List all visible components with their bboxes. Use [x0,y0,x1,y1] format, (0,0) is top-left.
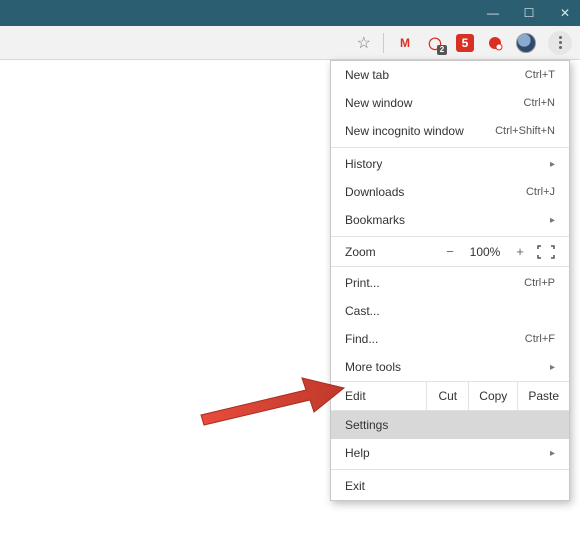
kebab-dot-icon [559,41,562,44]
menu-exit[interactable]: Exit [331,472,569,500]
menu-downloads[interactable]: Downloads Ctrl+J [331,178,569,206]
opera-icon[interactable]: ◯ 2 [426,34,444,52]
chevron-right-icon: ▸ [550,159,555,170]
extension-badge: 2 [437,45,447,55]
chevron-right-icon: ▸ [550,448,555,459]
window-maximize-button[interactable]: ☐ [522,6,536,20]
edit-label: Edit [331,382,426,410]
menu-find[interactable]: Find... Ctrl+F [331,325,569,353]
extension-icon[interactable] [486,34,504,52]
menu-button[interactable] [548,31,572,55]
menu-shortcut: Ctrl+P [524,277,555,289]
edit-cut-button[interactable]: Cut [426,382,468,410]
menu-label: Downloads [345,185,404,199]
menu-label: Exit [345,479,365,493]
menu-label: Cast... [345,304,380,318]
toolbar-divider [383,33,384,53]
window-titlebar: — ☐ ✕ [0,0,580,26]
menu-settings[interactable]: Settings [331,411,569,439]
chrome-menu: New tab Ctrl+T New window Ctrl+N New inc… [330,60,570,501]
menu-label: New incognito window [345,124,464,138]
menu-label: Help [345,446,370,460]
browser-toolbar: ☆ M ◯ 2 5 [0,26,580,60]
zoom-out-button[interactable]: − [443,244,457,259]
kebab-dot-icon [559,36,562,39]
menu-cast[interactable]: Cast... [331,297,569,325]
menu-zoom-row: Zoom − 100% + [331,239,569,264]
edit-paste-button[interactable]: Paste [517,382,569,410]
menu-label: More tools [345,360,401,374]
menu-label: Print... [345,276,380,290]
menu-shortcut: Ctrl+N [524,97,555,109]
fullscreen-icon[interactable] [537,245,555,259]
window-minimize-button[interactable]: — [486,6,500,20]
zoom-value: 100% [467,245,503,259]
menu-label: New window [345,96,412,110]
menu-shortcut: Ctrl+Shift+N [495,125,555,137]
menu-label: Bookmarks [345,213,405,227]
menu-separator [331,469,569,470]
window-close-button[interactable]: ✕ [558,6,572,20]
edit-copy-button[interactable]: Copy [468,382,517,410]
chevron-right-icon: ▸ [550,362,555,373]
menu-bookmarks[interactable]: Bookmarks ▸ [331,206,569,234]
menu-edit-row: Edit Cut Copy Paste [331,381,569,411]
profile-avatar[interactable] [516,33,536,53]
menu-separator [331,147,569,148]
menu-new-window[interactable]: New window Ctrl+N [331,89,569,117]
menu-label: Find... [345,332,378,346]
zoom-in-button[interactable]: + [513,244,527,259]
zoom-label: Zoom [345,245,376,259]
menu-shortcut: Ctrl+T [525,69,555,81]
annotation-arrow [196,370,346,430]
menu-separator [331,236,569,237]
chevron-right-icon: ▸ [550,215,555,226]
menu-help[interactable]: Help ▸ [331,439,569,467]
menu-label: History [345,157,382,171]
menu-print[interactable]: Print... Ctrl+P [331,269,569,297]
menu-label: Settings [345,418,388,432]
menu-shortcut: Ctrl+J [526,186,555,198]
menu-new-tab[interactable]: New tab Ctrl+T [331,61,569,89]
bookmark-star-icon[interactable]: ☆ [357,33,371,53]
menu-history[interactable]: History ▸ [331,150,569,178]
kebab-dot-icon [559,46,562,49]
s-extension-icon[interactable]: 5 [456,34,474,52]
menu-shortcut: Ctrl+F [525,333,555,345]
menu-label: New tab [345,68,389,82]
menu-separator [331,266,569,267]
gmail-icon[interactable]: M [396,34,414,52]
menu-more-tools[interactable]: More tools ▸ [331,353,569,381]
menu-new-incognito[interactable]: New incognito window Ctrl+Shift+N [331,117,569,145]
